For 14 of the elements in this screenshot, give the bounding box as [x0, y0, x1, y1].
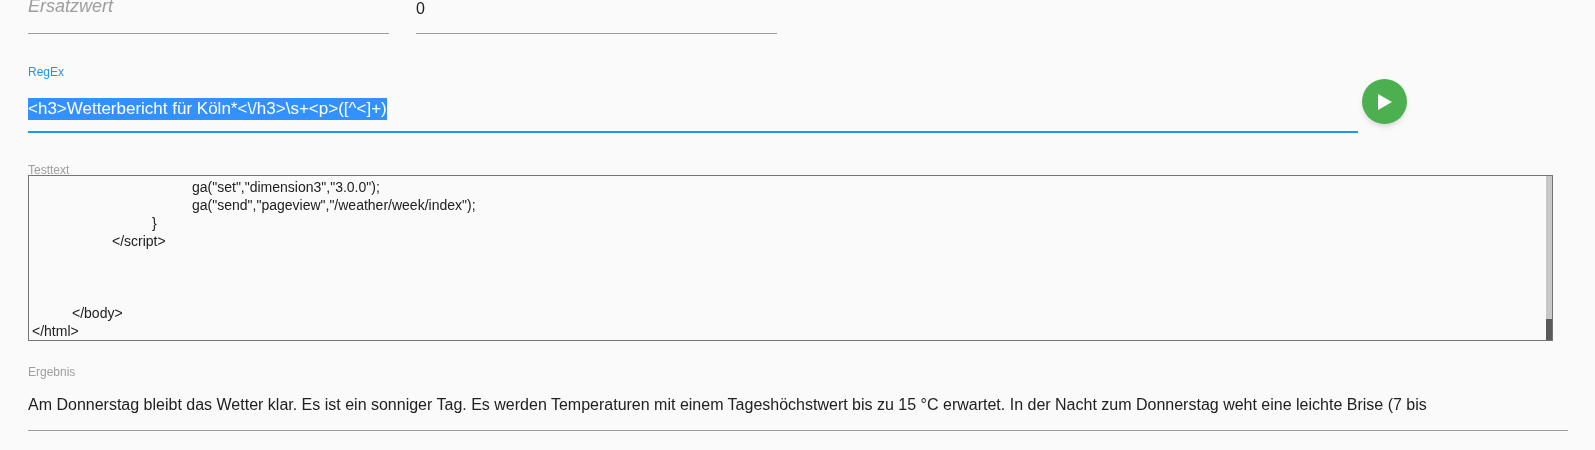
code-text: ga("set","dimension3","3.0.0"); ga("send","pageview","/weather/week/index"); } </script> </body> </html> — [32, 178, 477, 340]
scrollbar[interactable] — [1546, 176, 1552, 340]
fallback-value-field[interactable]: 0 — [416, 0, 777, 34]
regex-label: RegEx — [28, 65, 66, 79]
fallback-value: 0 — [416, 1, 425, 17]
result-value: Am Donnerstag bleibt das Wetter klar. Es ist ein sonniger Tag. Es werden Temperaturen mit einem Tageshöchstwert bis zu 15 °C erwartet. In der Nacht zum Donnerstag weht eine leichte Brise (7 bis — [28, 394, 1427, 415]
result-label: Ergebnis — [28, 365, 77, 379]
testtext-label: Testtext — [28, 163, 71, 177]
play-icon — [1377, 93, 1392, 110]
scrollbar-thumb[interactable] — [1546, 319, 1552, 340]
run-button[interactable] — [1362, 79, 1407, 124]
testtext-area[interactable]: ga("set","dimension3","3.0.0"); ga("send","pageview","/weather/week/index"); } </script> </body> </html> — [28, 175, 1553, 341]
regex-value: <h3>Wetterbericht für Köln*<\/h3>\s+<p>([^<]+) — [28, 98, 387, 120]
fallback-placeholder: Ersatzwert — [28, 0, 114, 16]
